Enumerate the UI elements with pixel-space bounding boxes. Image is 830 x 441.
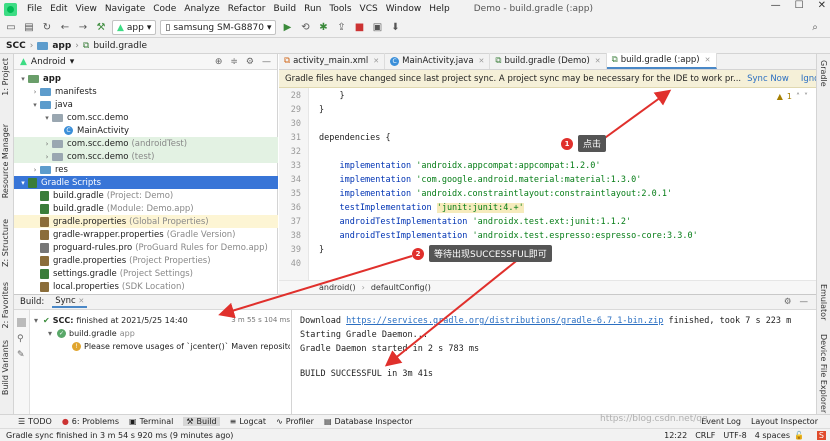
watermark: https://blog.csdn.net/qq_... xyxy=(600,414,721,424)
arrow-to-build-successful xyxy=(384,257,521,367)
arrow-to-build-tree xyxy=(218,255,413,319)
arrow-to-sync-now xyxy=(601,89,672,141)
step-2-note: 等待出现SUCCESSFUL即可 xyxy=(429,245,552,262)
annotation-arrows xyxy=(218,89,672,367)
step-2-badge: 2 xyxy=(412,248,424,260)
step-1-badge: 1 xyxy=(561,138,573,150)
step-1-note: 点击 xyxy=(578,135,607,152)
